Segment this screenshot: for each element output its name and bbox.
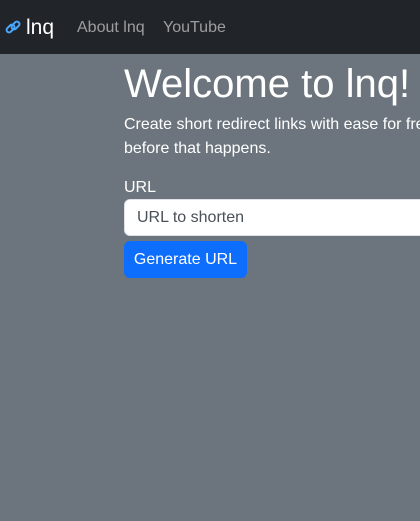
lead-text: Create short redirect links with ease fo… [124, 116, 420, 157]
generate-url-button[interactable]: Generate URL [124, 241, 247, 278]
url-input[interactable] [124, 199, 420, 236]
brand-name: lnq [26, 16, 55, 39]
main-content: Welcome to lnq! Create short redirect li… [124, 54, 420, 521]
nav-link-about[interactable]: About lnq [77, 18, 145, 38]
url-label: URL [124, 179, 157, 196]
brand-link[interactable]: lnq [4, 14, 54, 42]
nav-link-youtube[interactable]: YouTube [163, 18, 226, 38]
page-title: Welcome to lnq! [124, 62, 411, 106]
navbar: lnq About lnq YouTube [0, 0, 420, 54]
link-icon [4, 19, 22, 37]
